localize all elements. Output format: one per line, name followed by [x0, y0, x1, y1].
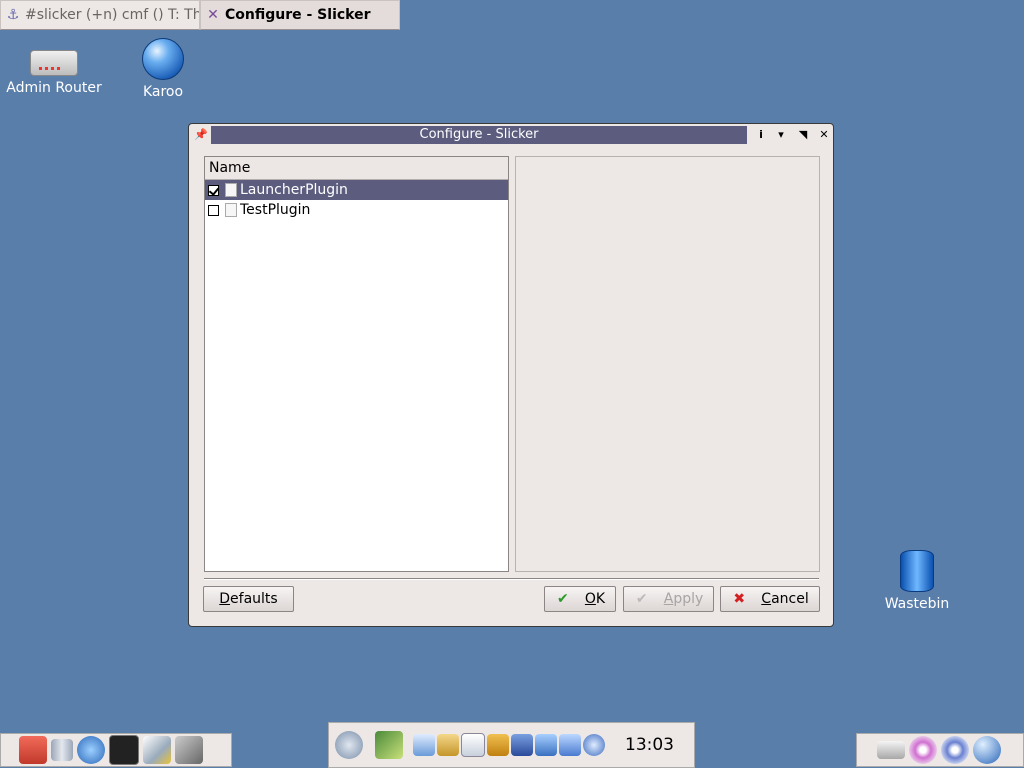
- trash-icon: [900, 550, 934, 592]
- list-item[interactable]: LauncherPlugin: [205, 180, 508, 200]
- task-label: #slicker (+n) cmf () T: The: [25, 7, 200, 23]
- play-icon[interactable]: [559, 734, 581, 756]
- home-icon[interactable]: [19, 736, 47, 764]
- plugin-config-panel: [515, 156, 820, 572]
- desktop-icon-admin-router[interactable]: Admin Router: [4, 38, 104, 96]
- clock[interactable]: 13:03: [625, 735, 674, 755]
- desktop-icon-wastebin[interactable]: Wastebin: [880, 550, 954, 612]
- kde-menu-icon[interactable]: [335, 731, 363, 759]
- configure-dialog: 📌 Configure - Slicker i ▾ ◥ ✕ Name Launc…: [188, 123, 834, 627]
- checkmark-icon: ✔: [635, 591, 648, 607]
- apply-button-label: Apply: [663, 591, 704, 607]
- close-icon[interactable]: ✕: [816, 127, 832, 143]
- apply-button[interactable]: ✔ Apply: [623, 586, 714, 612]
- pin-icon[interactable]: 📌: [193, 127, 209, 143]
- ok-button[interactable]: ✔ OK: [544, 586, 616, 612]
- media-icon[interactable]: [583, 734, 605, 756]
- window-icon[interactable]: [461, 733, 485, 757]
- desktop-icon-karoo[interactable]: Karoo: [128, 38, 198, 100]
- cdrom-icon[interactable]: [909, 736, 937, 764]
- cancel-x-icon: ✖: [733, 591, 746, 607]
- column-header-name[interactable]: Name: [205, 157, 508, 180]
- list-item[interactable]: TestPlugin: [205, 200, 508, 220]
- taskbar: ⚓ #slicker (+n) cmf () T: The ✕ Configur…: [0, 0, 400, 30]
- globe-icon: [142, 38, 184, 80]
- konqueror-icon[interactable]: [437, 734, 459, 756]
- plugin-list[interactable]: Name LauncherPlugin TestPlugin: [204, 156, 509, 572]
- task-label: Configure - Slicker: [225, 7, 371, 23]
- title-bar[interactable]: 📌 Configure - Slicker i ▾ ◥ ✕: [189, 124, 833, 146]
- checkmark-icon: ✔: [557, 591, 569, 607]
- hard-drive-icon[interactable]: [877, 741, 905, 759]
- terminal-icon[interactable]: [109, 735, 139, 765]
- edit-icon[interactable]: [375, 731, 403, 759]
- divider: [204, 578, 819, 580]
- folder-icon[interactable]: [487, 734, 509, 756]
- anchor-icon[interactable]: [511, 734, 533, 756]
- task-configure-slicker[interactable]: ✕ Configure - Slicker: [200, 0, 400, 30]
- desktop-icon-label: Admin Router: [6, 80, 102, 96]
- maximize-icon[interactable]: ◥: [795, 127, 811, 143]
- list-item-label: LauncherPlugin: [240, 182, 348, 198]
- settings-globe-icon[interactable]: [77, 736, 105, 764]
- kicker-panel: 13:03: [328, 722, 695, 768]
- globe-icon[interactable]: [973, 736, 1001, 764]
- x-icon: ✕: [207, 7, 219, 23]
- devices-panel: [856, 733, 1024, 767]
- task-irc-slicker[interactable]: ⚓ #slicker (+n) cmf () T: The: [0, 0, 200, 30]
- dialog-title: Configure - Slicker: [211, 126, 747, 144]
- router-icon: [30, 50, 78, 76]
- minimize-icon[interactable]: ▾: [773, 127, 789, 143]
- checkbox[interactable]: [208, 204, 219, 216]
- network-icon[interactable]: [535, 734, 557, 756]
- list-item-label: TestPlugin: [240, 202, 311, 218]
- file-manager-icon[interactable]: [51, 739, 73, 761]
- checkbox[interactable]: [208, 184, 219, 196]
- applet-icon[interactable]: [413, 734, 435, 756]
- defaults-button[interactable]: Defaults: [203, 586, 294, 612]
- cancel-button-label: Cancel: [761, 591, 809, 607]
- plugin-icon: [225, 183, 237, 197]
- text-editor-icon[interactable]: [143, 736, 171, 764]
- dvd-icon[interactable]: [941, 736, 969, 764]
- tools-icon[interactable]: [175, 736, 203, 764]
- defaults-button-label: Defaults: [219, 591, 278, 607]
- cancel-button[interactable]: ✖ Cancel: [720, 586, 820, 612]
- ok-button-label: OK: [584, 591, 606, 607]
- desktop-icon-label: Karoo: [142, 84, 184, 100]
- plugin-icon: [225, 203, 237, 217]
- anchor-icon: ⚓: [6, 7, 20, 23]
- quick-launch-panel: [0, 733, 232, 767]
- help-icon[interactable]: i: [753, 127, 769, 143]
- desktop-icon-label: Wastebin: [884, 596, 950, 612]
